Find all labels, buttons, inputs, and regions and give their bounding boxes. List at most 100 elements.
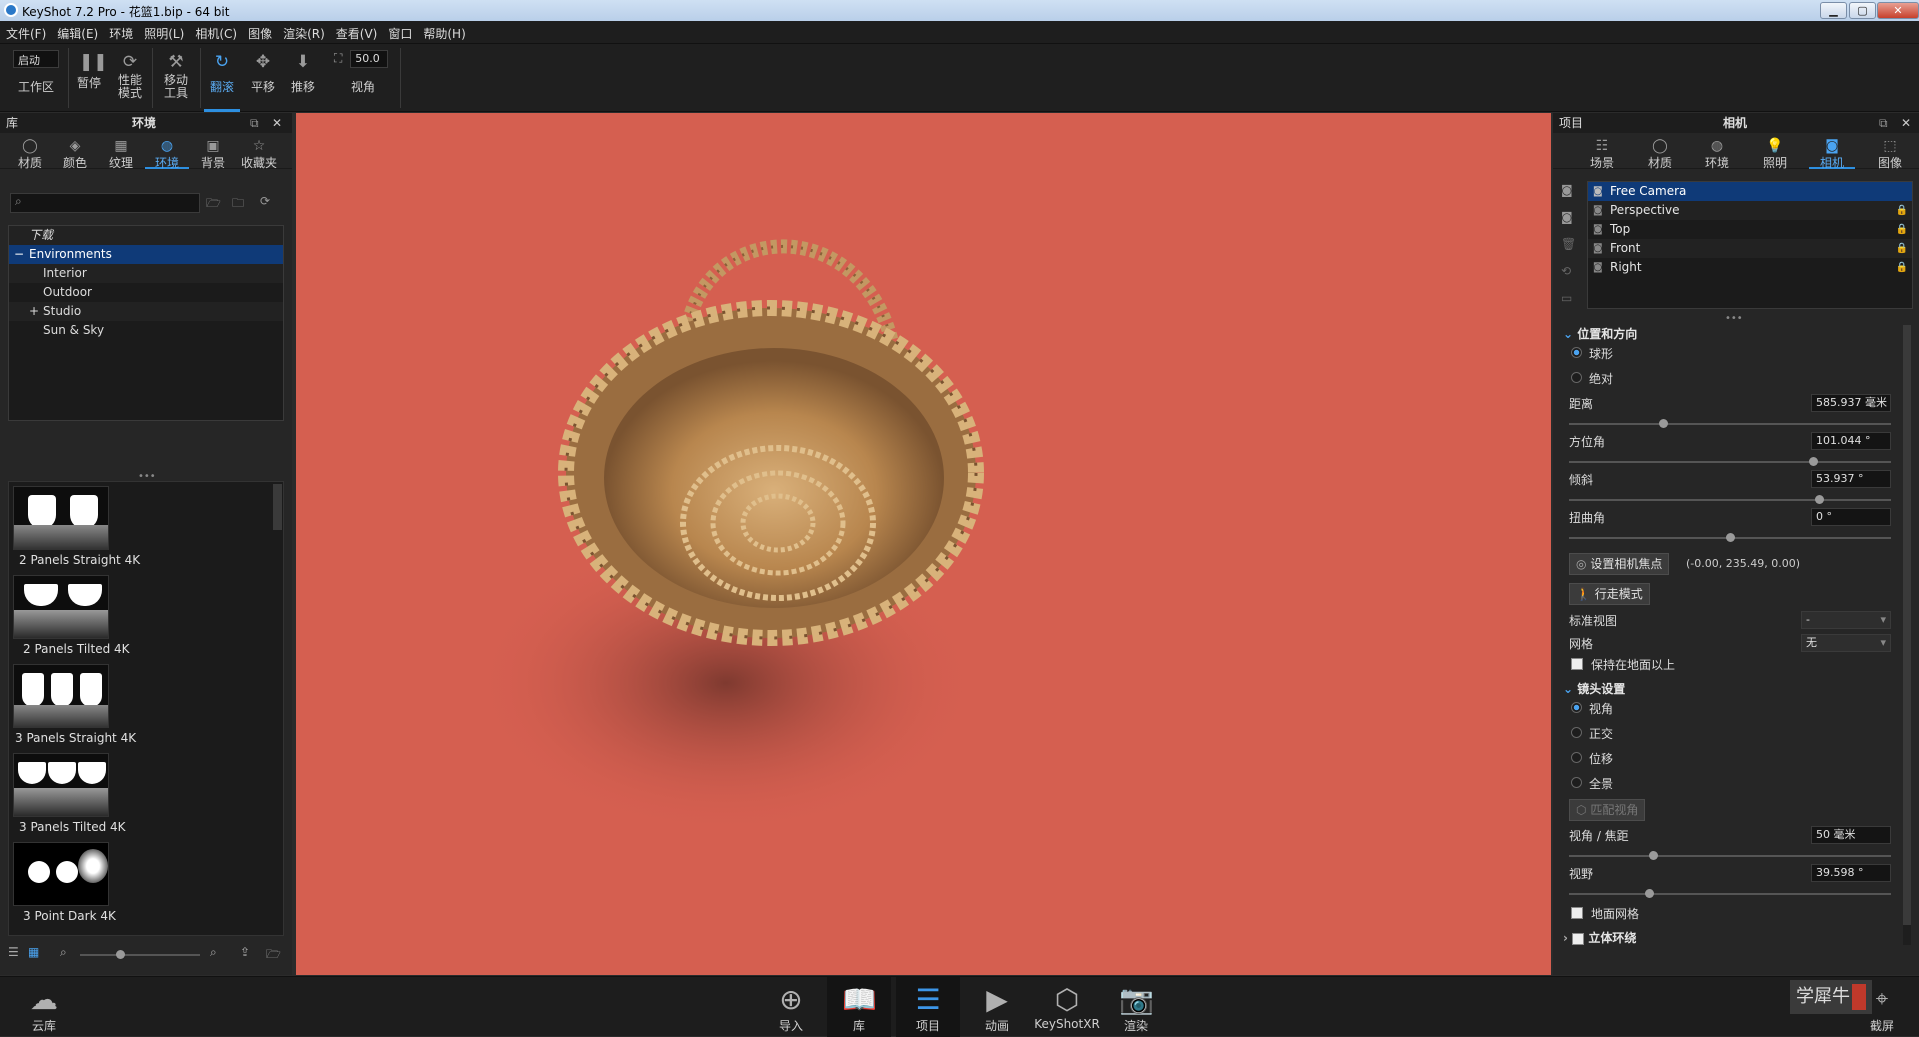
library-search-input[interactable]: ⌕ <box>10 193 200 213</box>
match-perspective-button[interactable]: ⬡ 匹配视角 <box>1569 799 1646 821</box>
menu-help[interactable]: 帮助(H) <box>417 21 470 42</box>
slider-knob[interactable] <box>116 950 125 959</box>
splitter-handle[interactable]: ••• <box>1725 313 1743 324</box>
duplicate-camera-icon[interactable]: ◙ <box>1561 210 1573 224</box>
lens-ortho-radio[interactable] <box>1571 727 1582 738</box>
thumbnail-scrollbar[interactable] <box>273 484 282 530</box>
tab-backgrounds[interactable]: ▣ 背景 <box>191 135 235 170</box>
lock-icon[interactable]: 🔒 <box>1896 201 1908 220</box>
field-of-view-slider[interactable] <box>1569 889 1891 898</box>
absolute-radio[interactable] <box>1571 372 1582 383</box>
menu-lighting[interactable]: 照明(L) <box>138 21 189 42</box>
tab-favorites[interactable]: ☆ 收藏夹 <box>237 135 281 170</box>
twist-slider[interactable] <box>1569 533 1891 542</box>
focal-length-field[interactable]: 50 毫米 <box>1811 826 1891 844</box>
slider-knob[interactable] <box>1659 419 1668 428</box>
screenshot-button[interactable]: ⌖ 截屏 <box>1850 977 1914 1037</box>
pan-button[interactable]: ✥ 平移 <box>246 44 280 112</box>
tab-lighting[interactable]: 💡 照明 <box>1752 135 1798 170</box>
save-camera-icon[interactable]: ▭ <box>1561 291 1572 305</box>
menu-file[interactable]: 文件(F) <box>0 21 51 42</box>
position-section-header[interactable]: ⌄ 位置和方向 <box>1563 325 1637 343</box>
distance-field[interactable]: 585.937 毫米 <box>1811 394 1891 412</box>
workspace-control[interactable]: 启动 工作区 <box>10 44 62 112</box>
folder-icon[interactable]: 🗁 <box>266 945 281 966</box>
add-camera-icon[interactable]: ◙ <box>1561 183 1573 197</box>
azimuth-field[interactable]: 101.044 ° <box>1811 432 1891 450</box>
render-viewport[interactable] <box>296 113 1551 975</box>
camera-item-top[interactable]: ◙ Top 🔒 <box>1588 220 1912 239</box>
slider-knob[interactable] <box>1726 533 1735 542</box>
stereo-checkbox[interactable] <box>1572 932 1585 945</box>
lens-panorama-radio[interactable] <box>1571 777 1582 788</box>
stereo-section-header[interactable]: › 立体环绕 <box>1563 929 1636 947</box>
zoom-in-icon[interactable]: ⌕ <box>210 945 217 960</box>
camera-item-perspective[interactable]: ◙ Perspective 🔒 <box>1588 201 1912 220</box>
close-icon[interactable]: ✕ <box>1901 113 1911 133</box>
tree-item-sun-sky[interactable]: Sun & Sky <box>9 321 283 340</box>
ground-grid-checkbox[interactable] <box>1571 907 1583 919</box>
collapse-icon[interactable]: − <box>14 245 24 264</box>
incline-field[interactable]: 53.937 ° <box>1811 470 1891 488</box>
slider-knob[interactable] <box>1649 851 1658 860</box>
expand-icon[interactable]: + <box>29 302 39 321</box>
focal-length-slider[interactable] <box>1569 851 1891 860</box>
refresh-icon[interactable]: ⟳ <box>260 194 270 208</box>
tab-textures[interactable]: ▦ 纹理 <box>99 135 143 170</box>
lock-icon[interactable]: 🔒 <box>1896 220 1908 239</box>
tab-scene[interactable]: ☷ 场景 <box>1579 135 1625 170</box>
menu-camera[interactable]: 相机(C) <box>189 21 242 42</box>
lock-icon[interactable]: 🔒 <box>1896 239 1908 258</box>
camera-item-front[interactable]: ◙ Front 🔒 <box>1588 239 1912 258</box>
animation-button[interactable]: ▶ 动画 <box>965 977 1029 1037</box>
tab-materials[interactable]: ◯ 材质 <box>8 135 52 170</box>
slider-knob[interactable] <box>1645 889 1654 898</box>
project-button[interactable]: ☰ 项目 <box>896 977 960 1037</box>
render-button[interactable]: 📷 渲染 <box>1104 977 1168 1037</box>
properties-scrollbar[interactable] <box>1903 325 1911 945</box>
thumbnail-3-panels-tilted[interactable] <box>13 753 109 817</box>
zoom-out-icon[interactable]: ⌕ <box>60 945 67 960</box>
delete-camera-icon[interactable]: 🗑 <box>1561 237 1576 251</box>
standard-view-select[interactable]: - ▾ <box>1801 611 1891 629</box>
reset-camera-icon[interactable]: ⟲ <box>1561 264 1571 278</box>
lens-perspective-radio[interactable] <box>1571 702 1582 713</box>
close-icon[interactable]: ✕ <box>272 113 282 133</box>
performance-mode-button[interactable]: ⟳ 性能 模式 <box>112 44 148 112</box>
move-tool-button[interactable]: ⚒ 移动 工具 <box>156 44 196 112</box>
list-view-icon[interactable]: ☰ <box>8 945 19 959</box>
upload-icon[interactable]: ⇪ <box>240 945 250 959</box>
tab-environments[interactable]: ◍ 环境 <box>145 135 189 170</box>
tree-item-outdoor[interactable]: Outdoor <box>9 283 283 302</box>
tree-item-environments[interactable]: − Environments <box>9 245 283 264</box>
cloud-library-button[interactable]: ☁ 云库 <box>12 977 76 1037</box>
pause-button[interactable]: ❚❚ 暂停 <box>72 44 108 112</box>
undock-icon[interactable]: ⧉ <box>1879 113 1888 133</box>
menu-view[interactable]: 查看(V) <box>330 21 383 42</box>
tab-colors[interactable]: ◈ 颜色 <box>53 135 97 170</box>
close-window-button[interactable]: ✕ <box>1877 2 1919 19</box>
field-of-view-field[interactable]: 39.598 ° <box>1811 864 1891 882</box>
slider-knob[interactable] <box>1809 457 1818 466</box>
menu-image[interactable]: 图像 <box>242 21 277 42</box>
tab-environment[interactable]: ◍ 环境 <box>1694 135 1740 170</box>
spherical-radio[interactable] <box>1571 347 1582 358</box>
menu-environment[interactable]: 环境 <box>103 21 138 42</box>
menu-render[interactable]: 渲染(R) <box>277 21 330 42</box>
slider-knob[interactable] <box>1815 495 1824 504</box>
minimize-button[interactable]: ▁ <box>1820 2 1847 19</box>
lens-section-header[interactable]: ⌄ 镜头设置 <box>1563 680 1625 698</box>
import-button[interactable]: ⊕ 导入 <box>759 977 823 1037</box>
undock-icon[interactable]: ⧉ <box>250 113 259 133</box>
workspace-select[interactable]: 启动 <box>13 50 59 68</box>
fov-input[interactable]: 50.0 <box>350 50 389 68</box>
keep-above-ground-checkbox[interactable] <box>1571 658 1583 670</box>
incline-slider[interactable] <box>1569 495 1891 504</box>
azimuth-slider[interactable] <box>1569 457 1891 466</box>
tree-item-interior[interactable]: Interior <box>9 264 283 283</box>
tab-image[interactable]: ⬚ 图像 <box>1867 135 1913 170</box>
thumbnail-3-point-dark[interactable] <box>13 842 109 906</box>
tab-camera[interactable]: ◙ 相机 <box>1809 135 1855 170</box>
twist-field[interactable]: 0 ° <box>1811 508 1891 526</box>
distance-slider[interactable] <box>1569 419 1891 428</box>
